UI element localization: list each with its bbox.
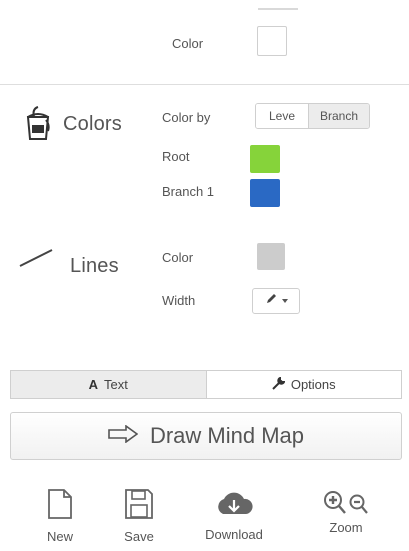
line-icon	[18, 248, 54, 268]
root-color-label: Root	[162, 149, 190, 164]
branch-color-label: Branch 1	[162, 184, 215, 199]
download-label: Download	[205, 527, 263, 542]
color-by-toggle: Leve Branch	[255, 103, 370, 129]
top-color-label: Color	[172, 36, 204, 51]
tab-options-label: Options	[290, 377, 336, 392]
lines-section-title: Lines	[70, 255, 119, 277]
zoom-in-icon	[324, 491, 346, 514]
chevron-down-icon	[281, 299, 288, 303]
new-button[interactable]: New	[15, 488, 105, 544]
zoom-label: Zoom	[329, 520, 363, 535]
save-label: Save	[124, 529, 154, 544]
zoom-button[interactable]: Zoom	[301, 490, 391, 535]
cloud-download-icon	[214, 490, 254, 523]
colors-section-title: Colors	[63, 113, 122, 135]
paint-bucket-icon	[20, 103, 56, 143]
zoom-icons	[323, 490, 369, 516]
tab-text[interactable]: A Text	[11, 371, 207, 398]
section-divider	[0, 84, 409, 85]
top-color-swatch[interactable]	[257, 26, 287, 56]
save-button[interactable]: Save	[94, 488, 184, 544]
branch-color-swatch[interactable]	[250, 179, 280, 207]
zoom-out-icon	[349, 494, 368, 514]
download-button[interactable]: Download	[189, 490, 279, 542]
root-color-swatch[interactable]	[250, 145, 280, 173]
wrench-icon	[272, 375, 286, 393]
line-color-swatch[interactable]	[257, 243, 285, 270]
draw-mind-map-button[interactable]: Draw Mind Map	[10, 412, 402, 460]
line-width-label: Width	[162, 293, 196, 308]
floppy-disk-icon	[124, 488, 154, 525]
color-by-level-option[interactable]: Leve	[256, 104, 309, 128]
color-by-branch-option[interactable]: Branch	[309, 104, 369, 128]
tab-text-label: Text	[104, 377, 128, 392]
panel-tabs: A Text Options	[10, 370, 402, 399]
pencil-icon	[265, 292, 277, 310]
new-label: New	[46, 529, 73, 544]
line-color-label: Color	[162, 250, 194, 265]
line-width-dropdown[interactable]	[252, 288, 300, 314]
text-a-icon: A	[88, 377, 99, 392]
draw-mind-map-label: Draw Mind Map	[149, 423, 305, 448]
color-by-label: Color by	[162, 110, 211, 125]
scroll-stub	[258, 8, 298, 12]
tab-options[interactable]: Options	[207, 371, 402, 398]
arrow-right-icon	[108, 423, 139, 448]
new-file-icon	[47, 488, 73, 525]
